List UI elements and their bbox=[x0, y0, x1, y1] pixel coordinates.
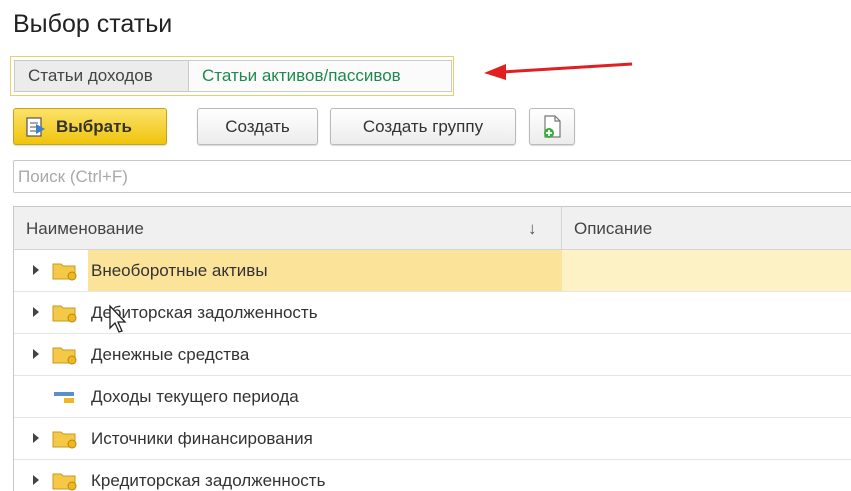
column-header-name[interactable]: Наименование bbox=[14, 207, 562, 250]
row-name: Внеоборотные активы bbox=[91, 261, 268, 280]
page-title: Выбор статьи bbox=[13, 10, 173, 38]
expand-icon[interactable] bbox=[33, 475, 39, 485]
item-icon bbox=[54, 392, 74, 403]
row-name: Кредиторская задолженность bbox=[91, 471, 326, 490]
select-button[interactable]: Выбрать bbox=[13, 108, 167, 145]
folder-icon bbox=[52, 263, 77, 281]
folder-icon bbox=[52, 347, 77, 365]
create-button[interactable]: Создать bbox=[197, 108, 318, 145]
tab-bar: Статьи доходов Статьи активов/пассивов bbox=[14, 60, 452, 92]
annotation-arrow-icon bbox=[484, 62, 633, 80]
table-row[interactable]: Внеоборотные активы bbox=[14, 250, 851, 292]
items-table: Наименование ↓ Описание Внеоборотные акт… bbox=[13, 206, 851, 491]
tab-income-items[interactable]: Статьи доходов bbox=[15, 61, 189, 91]
description-cell bbox=[562, 250, 851, 291]
search-field[interactable] bbox=[13, 160, 851, 193]
folder-icon bbox=[52, 473, 77, 491]
add-document-button[interactable] bbox=[529, 108, 575, 145]
table-row[interactable]: Источники финансирования bbox=[14, 418, 851, 460]
sort-down-icon[interactable]: ↓ bbox=[528, 207, 537, 250]
toolbar: Выбрать Создать Создать группу bbox=[0, 108, 851, 146]
folder-icon bbox=[52, 431, 77, 449]
expand-icon[interactable] bbox=[33, 349, 39, 359]
expand-icon[interactable] bbox=[33, 307, 39, 317]
create-group-button[interactable]: Создать группу bbox=[330, 108, 516, 145]
row-name: Источники финансирования bbox=[91, 429, 313, 448]
column-header-description[interactable]: Описание bbox=[562, 207, 851, 250]
table-header: Наименование ↓ Описание bbox=[14, 207, 851, 250]
tab-bar-frame: Статьи доходов Статьи активов/пассивов bbox=[10, 56, 454, 96]
table-row[interactable]: Денежные средства bbox=[14, 334, 851, 376]
tab-asset-liability-items[interactable]: Статьи активов/пассивов bbox=[189, 61, 451, 91]
select-button-label: Выбрать bbox=[56, 116, 132, 136]
search-input[interactable] bbox=[14, 161, 851, 192]
folder-icon bbox=[52, 305, 77, 323]
row-name: Денежные средства bbox=[91, 345, 250, 364]
select-list-icon bbox=[26, 116, 45, 137]
row-name: Доходы текущего периода bbox=[91, 387, 299, 406]
table-row[interactable]: Дебиторская задолженность bbox=[14, 292, 851, 334]
table-row[interactable]: Кредиторская задолженность bbox=[14, 460, 851, 491]
table-row[interactable]: Доходы текущего периода bbox=[14, 376, 851, 418]
add-document-icon bbox=[544, 114, 561, 138]
expand-icon[interactable] bbox=[33, 433, 39, 443]
expand-icon[interactable] bbox=[33, 265, 39, 275]
mouse-pointer-icon bbox=[109, 304, 127, 333]
